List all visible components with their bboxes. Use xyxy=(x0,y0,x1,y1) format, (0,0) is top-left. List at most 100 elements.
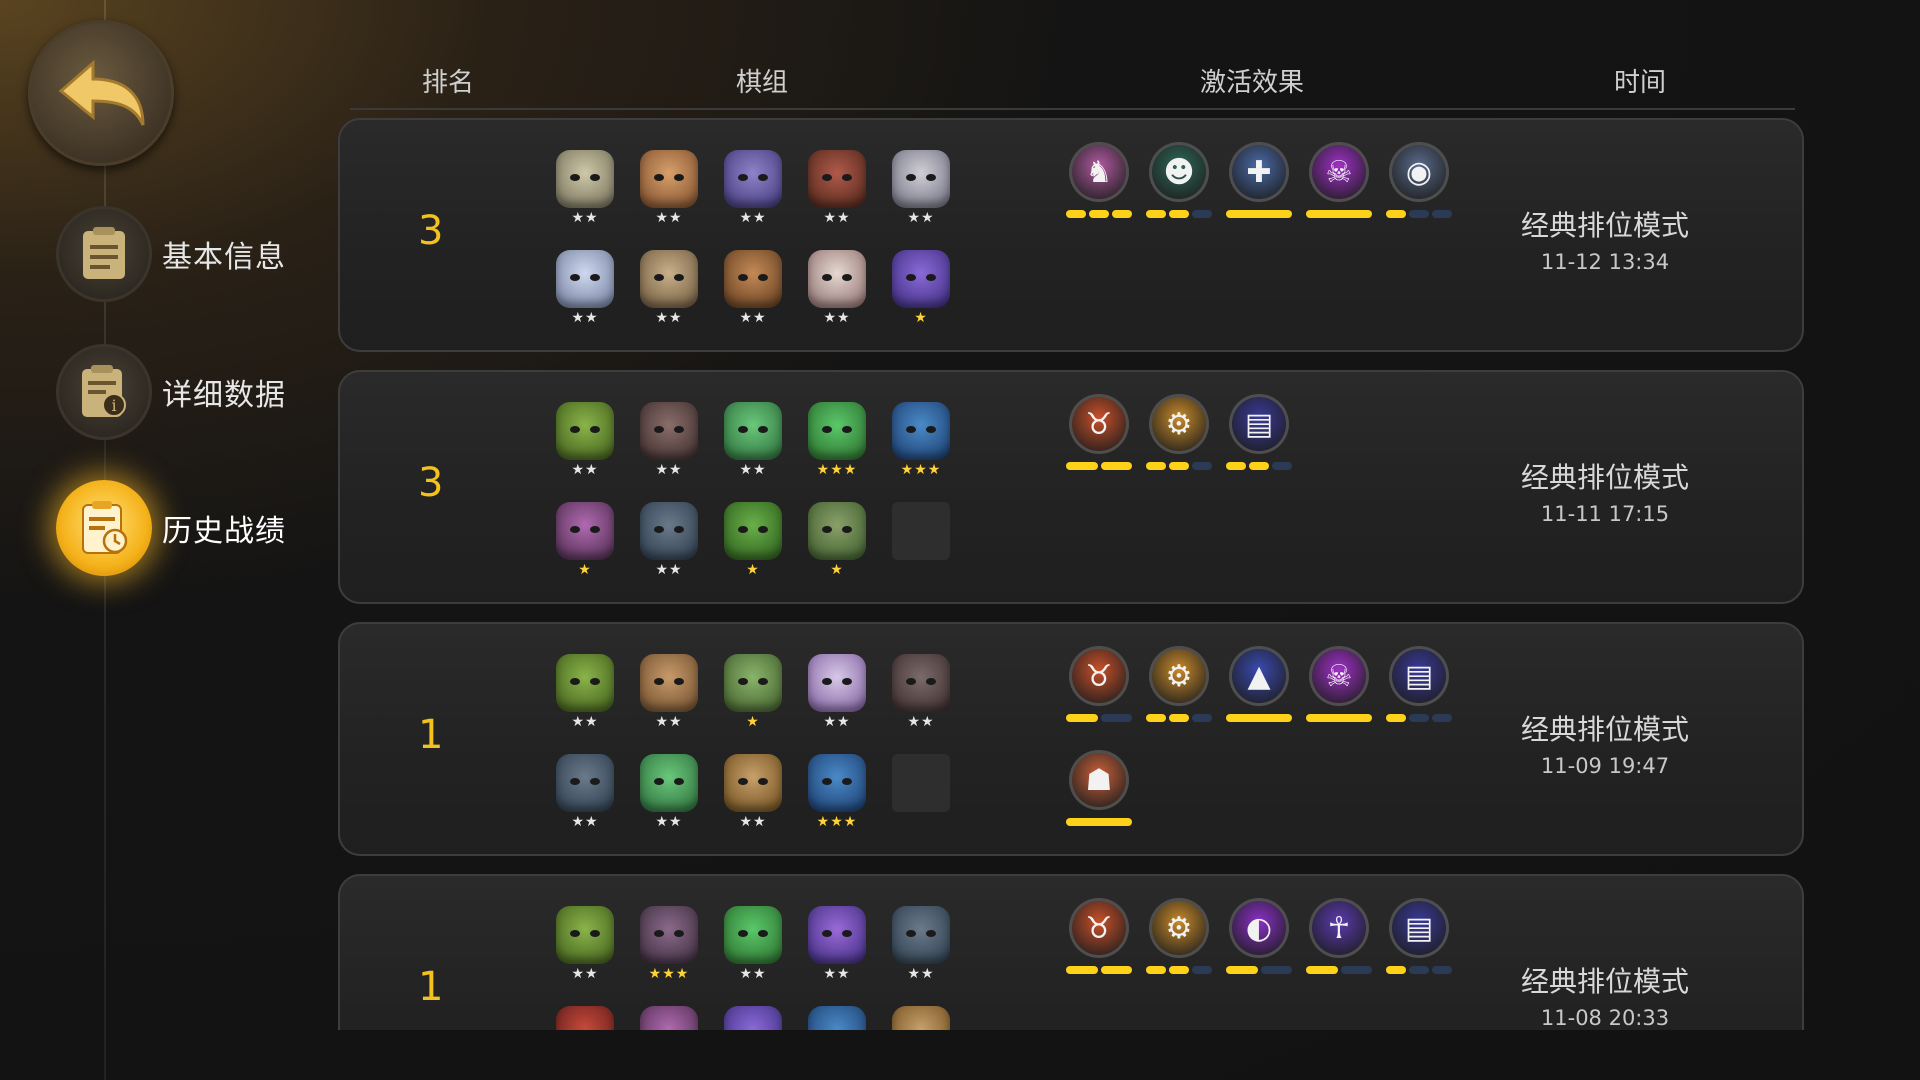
piece-portrait-icon xyxy=(556,1006,614,1030)
nav-history-record-icon-wrap xyxy=(56,480,152,576)
piece-portrait-icon xyxy=(640,754,698,812)
synergy-trait[interactable]: ▲ xyxy=(1226,646,1292,726)
chess-piece[interactable]: ★★★ xyxy=(806,402,868,484)
chess-piece[interactable]: ★★★ xyxy=(890,402,952,484)
chess-piece[interactable] xyxy=(806,1006,868,1030)
chess-piece[interactable]: ★★ xyxy=(806,250,868,332)
match-record-card[interactable]: 1 ★★ ★★ ★ ★★ ★★ ★★ ★★ ★★ ★★★ ♉ ⚙ ▲ ☠ ▤ ☗ 经典排位模式 11-09 19:… xyxy=(338,622,1804,856)
chess-piece[interactable] xyxy=(554,1006,616,1030)
piece-stars: ★★ xyxy=(823,966,851,982)
chess-piece[interactable]: ★★ xyxy=(722,150,784,232)
synergy-trait[interactable]: ✚ xyxy=(1226,142,1292,222)
synergy-progress-bar xyxy=(1066,210,1132,218)
chess-piece[interactable]: ★★ xyxy=(638,754,700,836)
synergy-trait[interactable]: ☠ xyxy=(1306,142,1372,222)
synergy-trait[interactable]: ☻ xyxy=(1146,142,1212,222)
chess-piece[interactable]: ★★ xyxy=(890,150,952,232)
chess-piece[interactable]: ★ xyxy=(806,502,868,584)
synergy-trait[interactable]: ☥ xyxy=(1306,898,1372,978)
rank-value: 3 xyxy=(418,208,444,254)
horned-beast-icon: ♉ xyxy=(1069,646,1129,706)
chess-piece[interactable]: ★★ xyxy=(890,906,952,988)
chess-piece[interactable]: ★★ xyxy=(638,402,700,484)
chess-piece[interactable]: ★★ xyxy=(806,150,868,232)
chess-piece[interactable]: ★★ xyxy=(554,754,616,836)
chess-piece[interactable]: ★★ xyxy=(554,250,616,332)
chess-piece[interactable]: ★★ xyxy=(554,654,616,736)
chess-piece[interactable] xyxy=(890,1006,952,1030)
chess-piece[interactable]: ★ xyxy=(890,250,952,332)
match-record-card[interactable]: 3 ★★ ★★ ★★ ★★ ★★ ★★ ★★ ★★ ★★ ★ ♞ ☻ ✚ ☠ ◉ 经典排位模式 11-12 13:… xyxy=(338,118,1804,352)
piece-portrait-icon xyxy=(808,250,866,308)
chess-piece[interactable]: ★★★ xyxy=(638,906,700,988)
synergy-trait[interactable]: ▤ xyxy=(1226,394,1292,474)
synergy-trait[interactable]: ⚙ xyxy=(1146,898,1212,978)
gear-icon: ⚙ xyxy=(1149,646,1209,706)
chess-piece[interactable]: ★★ xyxy=(722,906,784,988)
synergy-trait[interactable]: ☠ xyxy=(1306,646,1372,726)
piece-stars: ★ xyxy=(746,562,760,578)
synergy-trait[interactable]: ⚙ xyxy=(1146,394,1212,474)
history-list[interactable]: 3 ★★ ★★ ★★ ★★ ★★ ★★ ★★ ★★ ★★ ★ ♞ ☻ ✚ ☠ ◉ 经典排位模式 11-12 13:… xyxy=(338,118,1808,1030)
chess-piece[interactable]: ★★ xyxy=(554,402,616,484)
match-info: 经典排位模式 11-12 13:34 xyxy=(1490,204,1720,274)
nav-history-record[interactable]: 历史战绩 xyxy=(56,480,286,576)
piece-portrait-icon xyxy=(892,150,950,208)
synergy-trait[interactable]: ♉ xyxy=(1066,898,1132,978)
chess-piece[interactable]: ★★ xyxy=(722,754,784,836)
chess-piece[interactable]: ★ xyxy=(722,502,784,584)
chess-piece[interactable] xyxy=(638,1006,700,1030)
table-header: 排名 棋组 激活效果 时间 xyxy=(350,58,1795,110)
chess-piece[interactable]: ★★ xyxy=(806,654,868,736)
synergy-trait[interactable]: ♉ xyxy=(1066,646,1132,726)
assassin-icon: ◐ xyxy=(1229,898,1289,958)
synergy-trait[interactable]: ♞ xyxy=(1066,142,1132,222)
synergy-trait[interactable]: ♉ xyxy=(1066,394,1132,474)
synergy-progress-bar xyxy=(1226,462,1292,470)
chess-piece[interactable]: ★★ xyxy=(722,250,784,332)
chess-piece[interactable]: ★★★ xyxy=(806,754,868,836)
chess-piece[interactable]: ★★ xyxy=(638,250,700,332)
gear-icon: ⚙ xyxy=(1149,898,1209,958)
chess-piece[interactable]: ★★ xyxy=(638,654,700,736)
synergy-trait[interactable]: ◐ xyxy=(1226,898,1292,978)
nav-detail-data[interactable]: i 详细数据 xyxy=(56,344,286,440)
piece-portrait-icon xyxy=(640,1006,698,1030)
piece-portrait-icon xyxy=(640,906,698,964)
chess-piece[interactable]: ★★ xyxy=(554,906,616,988)
back-button[interactable] xyxy=(28,20,174,166)
piece-portrait-icon xyxy=(640,654,698,712)
match-record-card[interactable]: 3 ★★ ★★ ★★ ★★★ ★★★ ★ ★★ ★ ★ ♉ ⚙ ▤ 经典排位模式 11-11 17:15 xyxy=(338,370,1804,604)
synergy-progress-bar xyxy=(1306,966,1372,974)
synergy-trait[interactable]: ☗ xyxy=(1066,750,1132,830)
piece-portrait-icon xyxy=(808,654,866,712)
chess-piece[interactable]: ★ xyxy=(722,654,784,736)
nav-basic-info[interactable]: 基本信息 xyxy=(56,206,286,302)
chess-piece[interactable]: ★ xyxy=(554,502,616,584)
chess-piece[interactable]: ★★ xyxy=(806,906,868,988)
piece-stars: ★★ xyxy=(739,814,767,830)
piece-stars: ★★ xyxy=(655,814,683,830)
piece-portrait-icon xyxy=(724,402,782,460)
history-clock-icon xyxy=(82,501,128,554)
synergy-trait[interactable]: ▤ xyxy=(1386,646,1452,726)
piece-portrait-icon xyxy=(808,906,866,964)
chess-piece[interactable]: ★★ xyxy=(638,150,700,232)
synergy-trait[interactable]: ⚙ xyxy=(1146,646,1212,726)
chess-piece[interactable] xyxy=(722,1006,784,1030)
piece-stars: ★★ xyxy=(907,714,935,730)
chess-piece[interactable]: ★★ xyxy=(722,402,784,484)
synergy-progress-bar xyxy=(1306,714,1372,722)
piece-portrait-icon xyxy=(724,502,782,560)
chess-piece[interactable]: ★★ xyxy=(890,654,952,736)
synergy-trait[interactable]: ▤ xyxy=(1386,898,1452,978)
match-record-card[interactable]: 1 ★★ ★★★ ★★ ★★ ★★ ♉ ⚙ ◐ ☥ ▤ 经典排位模式 11-08 20:33 xyxy=(338,874,1804,1030)
piece-stars: ★★ xyxy=(571,210,599,226)
chess-piece[interactable]: ★★ xyxy=(638,502,700,584)
document-icon xyxy=(83,227,125,279)
piece-portrait-icon xyxy=(556,250,614,308)
chess-piece[interactable]: ★★ xyxy=(554,150,616,232)
piece-portrait-icon xyxy=(808,150,866,208)
header-synergy: 激活效果 xyxy=(1200,68,1305,98)
synergy-trait[interactable]: ◉ xyxy=(1386,142,1452,222)
